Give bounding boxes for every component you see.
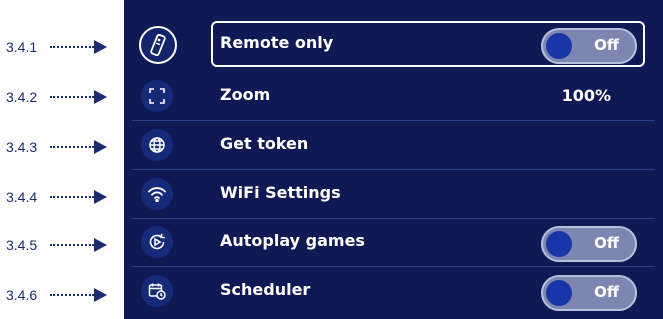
scheduler-icon [141,275,173,307]
setting-label: Scheduler [220,280,311,299]
setting-row-scheduler[interactable]: Scheduler Off [124,267,663,316]
annotation-3-4-6: 3.4.6 [0,285,120,305]
annotation-label: 3.4.2 [6,89,38,105]
dotted-leader-line [50,294,94,296]
toggle-knob [546,231,572,257]
selection-highlight [211,21,645,67]
setting-label: WiFi Settings [220,183,341,202]
autoplay-icon [141,226,173,258]
setting-label: Autoplay games [220,231,365,250]
arrow-icon [94,190,107,204]
setting-row-get-token[interactable]: Get token [124,121,663,170]
toggle-knob [546,280,572,306]
arrow-icon [94,140,107,154]
zoom-frame-icon [141,80,173,112]
setting-row-autoplay-games[interactable]: Autoplay games Off [124,218,663,267]
autoplay-games-toggle[interactable]: Off [541,226,637,262]
dotted-leader-line [50,196,94,198]
annotation-label: 3.4.1 [6,39,38,55]
remote-icon [139,26,177,64]
setting-label: Get token [220,134,309,153]
annotation-label: 3.4.4 [6,189,38,205]
setting-row-wifi-settings[interactable]: WiFi Settings [124,170,663,219]
setting-label: Zoom [220,85,271,104]
dotted-leader-line [50,244,94,246]
annotation-3-4-4: 3.4.4 [0,187,120,207]
toggle-state: Off [594,283,619,301]
dotted-leader-line [50,96,94,98]
annotation-3-4-2: 3.4.2 [0,87,120,107]
globe-icon [141,129,173,161]
arrow-icon [94,238,107,252]
dotted-leader-line [50,46,94,48]
arrow-icon [94,40,107,54]
annotation-label: 3.4.6 [6,287,38,303]
annotation-3-4-3: 3.4.3 [0,137,120,157]
annotation-3-4-1: 3.4.1 [0,37,120,57]
wifi-icon [141,178,173,210]
scheduler-toggle[interactable]: Off [541,275,637,311]
settings-panel: Remote only Off Zoom 100% Get token WiFi… [124,0,663,319]
toggle-state: Off [594,234,619,252]
dotted-leader-line [50,146,94,148]
annotation-label: 3.4.3 [6,139,38,155]
zoom-value: 100% [561,86,611,105]
setting-row-zoom[interactable]: Zoom 100% [124,72,663,121]
arrow-icon [94,90,107,104]
annotation-3-4-5: 3.4.5 [0,235,120,255]
arrow-icon [94,288,107,302]
annotation-label: 3.4.5 [6,237,38,253]
